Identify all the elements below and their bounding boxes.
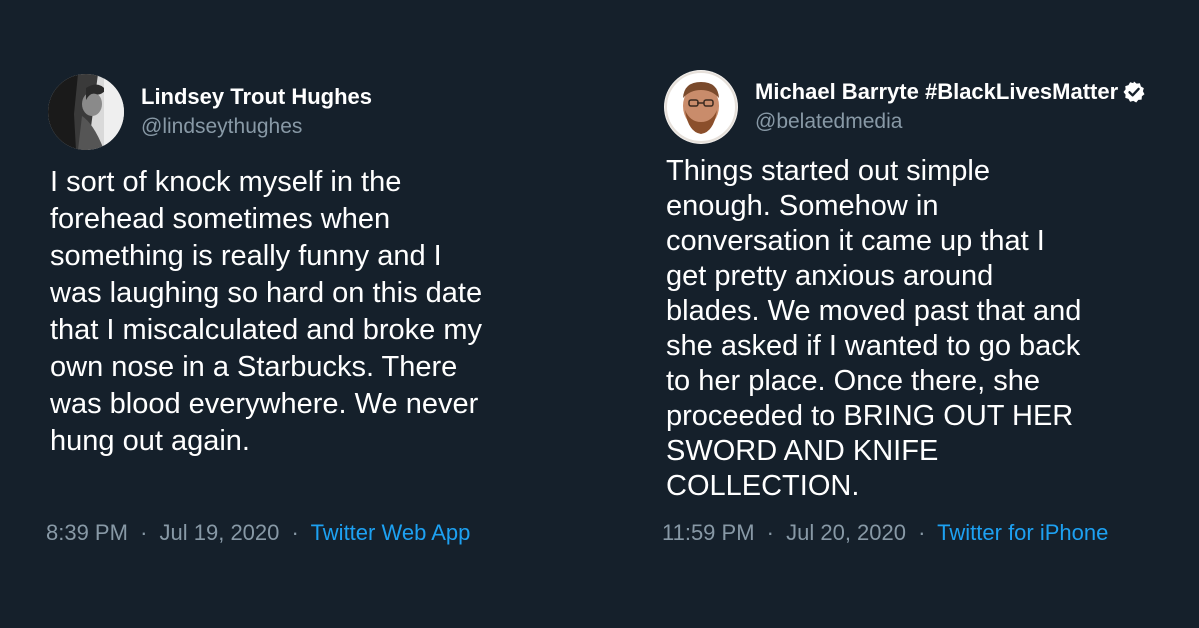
author-display-name[interactable]: Lindsey Trout Hughes [141, 83, 372, 111]
tweet-header: Lindsey Trout Hughes @lindseythughes [48, 74, 372, 150]
tweet-meta: 8:39 PM · Jul 19, 2020 · Twitter Web App [46, 520, 470, 546]
verified-badge-icon [1122, 80, 1146, 104]
tweet-source-link[interactable]: Twitter Web App [311, 520, 471, 545]
meta-separator: · [918, 520, 926, 545]
tweet-text: Things started out simple enough. Someho… [666, 155, 1082, 502]
tweet-date[interactable]: Jul 20, 2020 [786, 520, 906, 545]
tweet-time[interactable]: 8:39 PM [46, 520, 128, 545]
tweet-date[interactable]: Jul 19, 2020 [160, 520, 280, 545]
author-names: Michael Barryte #BlackLivesMatter @belat… [755, 78, 1146, 136]
display-name-text[interactable]: Lindsey Trout Hughes [141, 83, 372, 111]
display-name-text[interactable]: Michael Barryte #BlackLivesMatter [755, 78, 1118, 106]
author-handle[interactable]: @lindseythughes [141, 113, 372, 141]
author-names: Lindsey Trout Hughes @lindseythughes [141, 83, 372, 141]
avatar[interactable] [664, 70, 738, 144]
tweet-header: Michael Barryte #BlackLivesMatter @belat… [664, 70, 1146, 144]
tweet-source-link[interactable]: Twitter for iPhone [937, 520, 1108, 545]
meta-separator: · [766, 520, 774, 545]
tweet-meta: 11:59 PM · Jul 20, 2020 · Twitter for iP… [662, 520, 1108, 546]
author-display-name[interactable]: Michael Barryte #BlackLivesMatter [755, 78, 1146, 106]
meta-separator: · [140, 520, 148, 545]
profile-photo-icon [664, 70, 738, 144]
tweet-text: I sort of knock myself in the forehead s… [50, 166, 483, 457]
avatar[interactable] [48, 74, 124, 150]
meta-separator: · [291, 520, 299, 545]
profile-photo-icon [48, 74, 124, 150]
author-handle[interactable]: @belatedmedia [755, 108, 1146, 136]
tweet-time[interactable]: 11:59 PM [662, 520, 755, 545]
